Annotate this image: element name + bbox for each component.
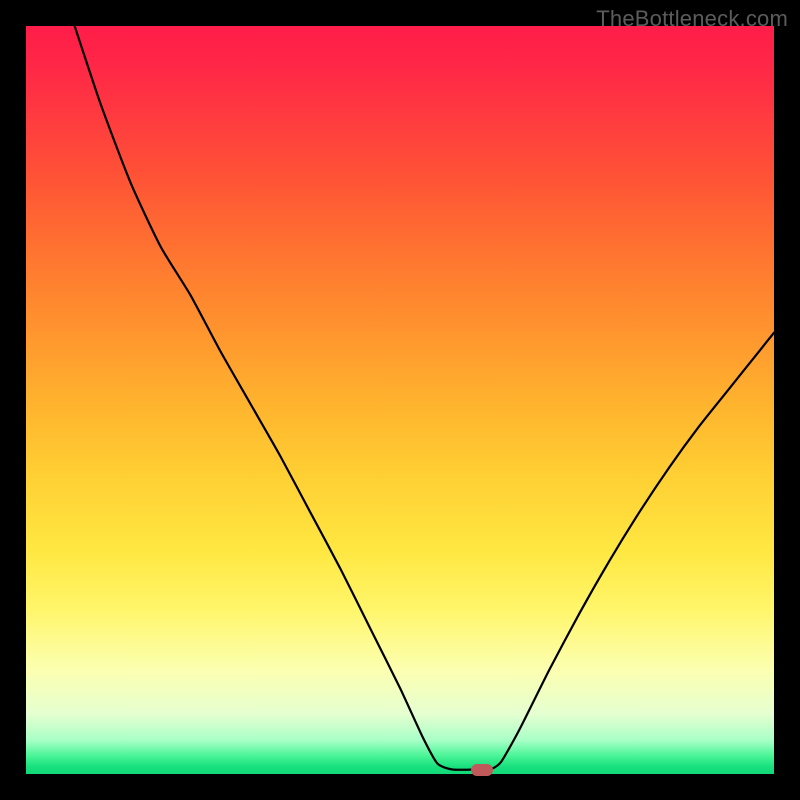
bottleneck-curve <box>26 26 774 774</box>
plot-area <box>26 26 774 774</box>
chart-frame: TheBottleneck.com <box>0 0 800 800</box>
watermark-text: TheBottleneck.com <box>596 6 788 32</box>
minimum-marker <box>471 764 493 776</box>
